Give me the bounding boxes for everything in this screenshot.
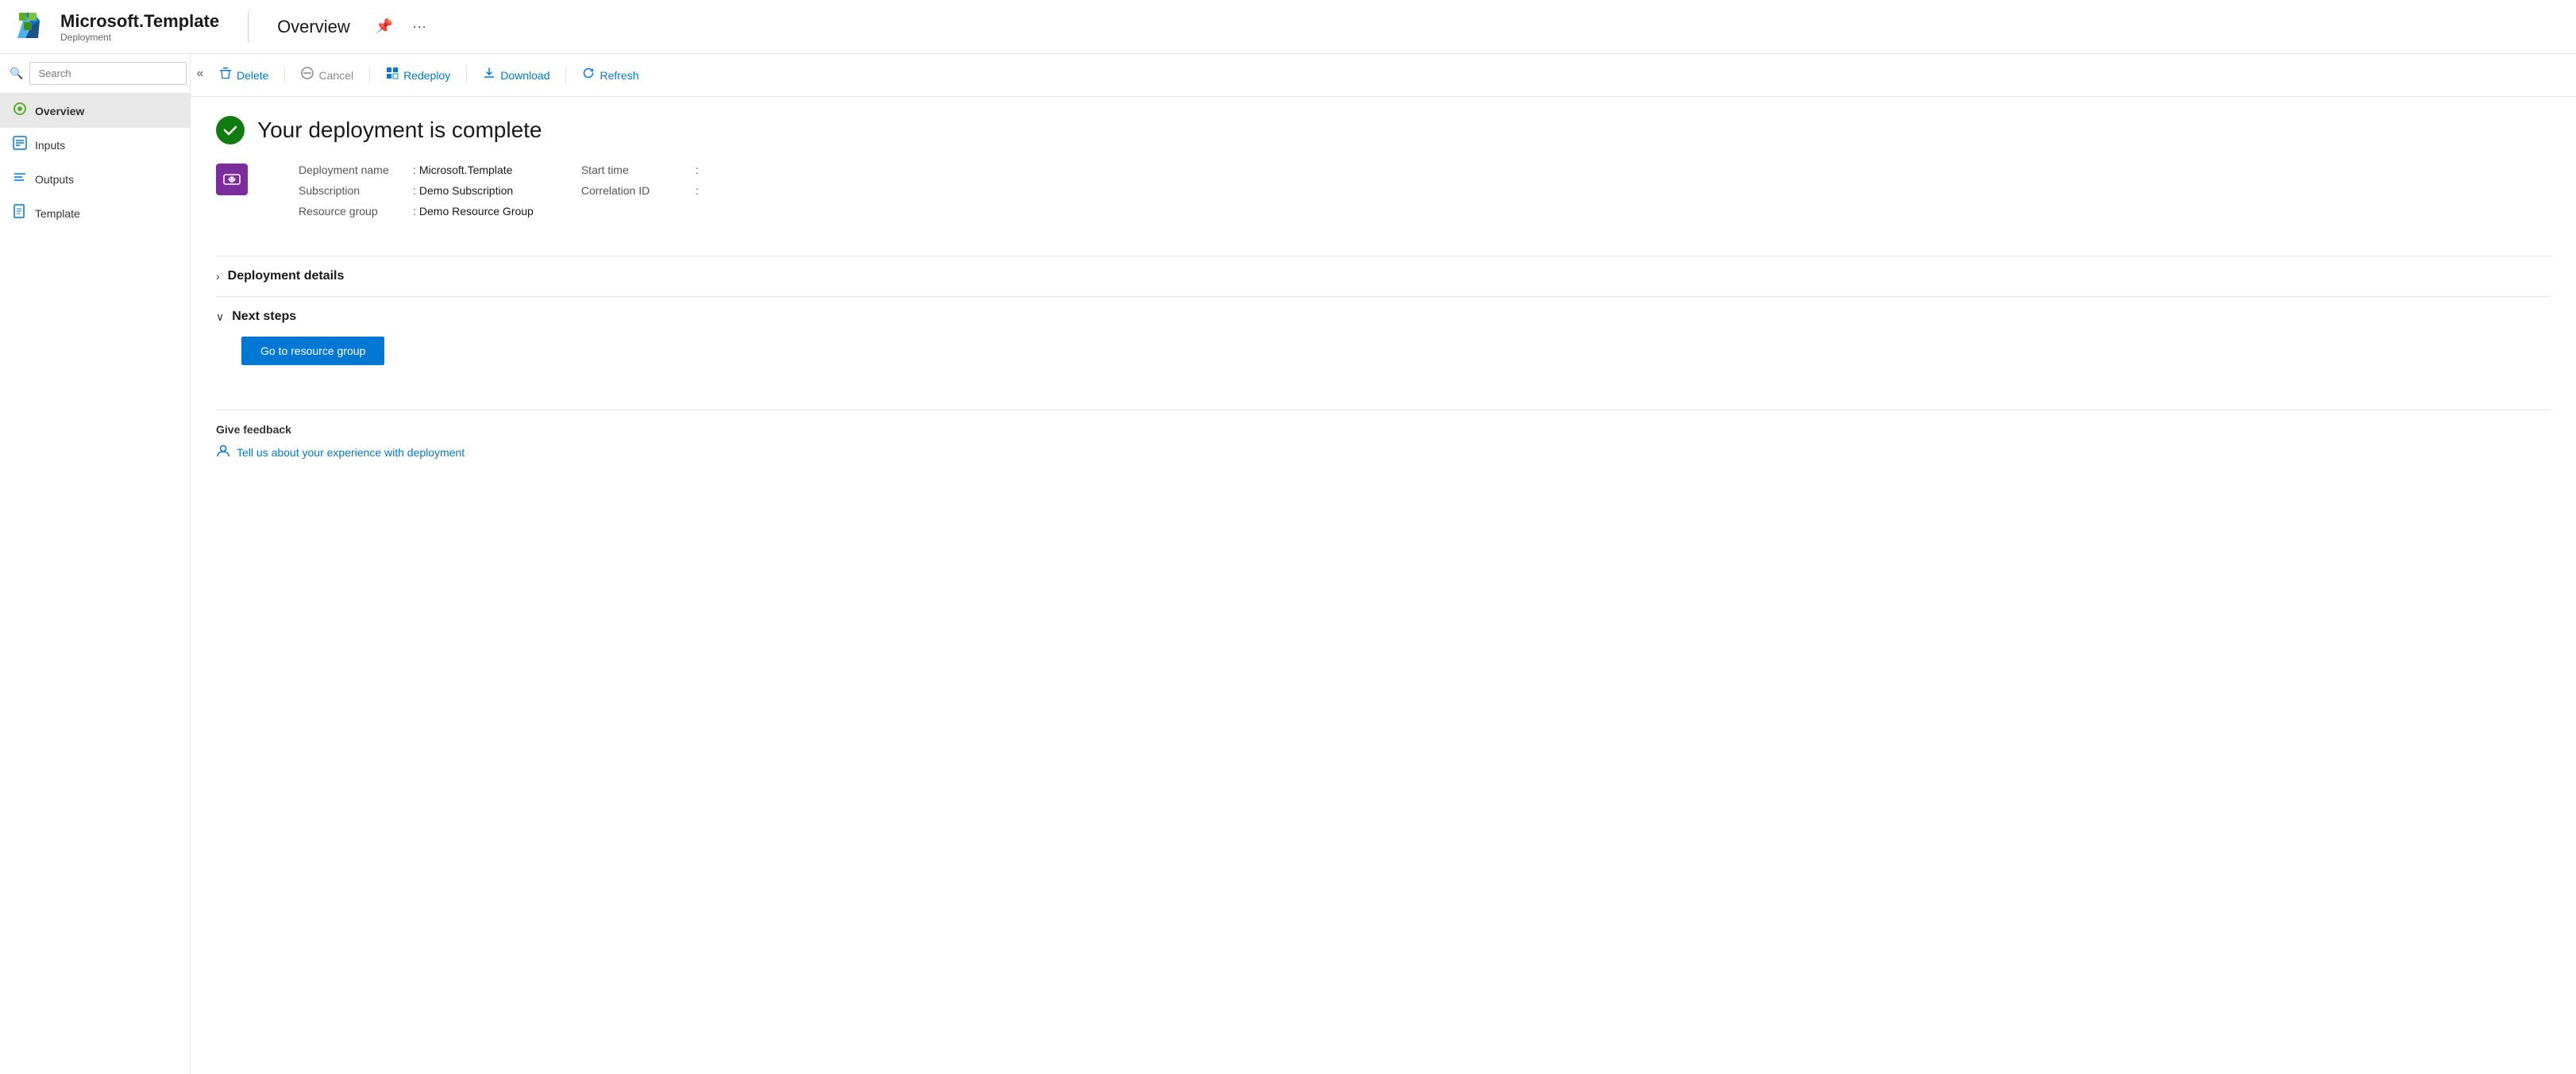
page-content: Your deployment is complete Deployment n…	[191, 97, 2576, 1074]
refresh-label: Refresh	[600, 69, 638, 82]
feedback-link-text: Tell us about your experience with deplo…	[237, 446, 465, 459]
toolbar: Delete Cancel Redeploy Dow	[191, 54, 2576, 97]
feedback-section: Give feedback Tell us about your experie…	[216, 410, 2551, 460]
deployment-name-value: Microsoft.Template	[419, 164, 512, 176]
template-label: Template	[35, 207, 80, 220]
deployment-service-icon	[216, 164, 248, 195]
subscription-label: Subscription	[299, 184, 410, 197]
toolbar-sep-4	[565, 67, 566, 83]
deployment-name-label: Deployment name	[299, 164, 410, 176]
next-steps-chevron: ∨	[216, 310, 224, 324]
overview-label: Overview	[35, 105, 84, 117]
go-to-resource-group-button[interactable]: Go to resource group	[241, 337, 384, 365]
feedback-title: Give feedback	[216, 423, 2551, 436]
deployment-complete-banner: Your deployment is complete	[216, 116, 2551, 144]
redeploy-button[interactable]: Redeploy	[376, 62, 460, 88]
deployment-details-header[interactable]: › Deployment details	[216, 269, 2551, 283]
sidebar-item-template[interactable]: Template	[0, 196, 190, 230]
template-icon	[13, 204, 27, 222]
download-icon	[483, 67, 496, 83]
outputs-icon	[13, 170, 27, 188]
inputs-label: Inputs	[35, 139, 65, 152]
sidebar: 🔍 « Overview Inputs Outputs	[0, 54, 191, 1074]
header-divider	[248, 11, 249, 43]
toolbar-sep-1	[284, 67, 285, 83]
overview-icon	[13, 102, 27, 120]
toolbar-sep-2	[369, 67, 370, 83]
redeploy-icon	[386, 67, 399, 83]
page-title: Overview	[277, 17, 350, 37]
resource-group-label: Resource group	[299, 205, 410, 217]
info-start-time: Start time :	[581, 164, 702, 176]
download-button[interactable]: Download	[473, 62, 559, 88]
info-correlation-id: Correlation ID :	[581, 184, 702, 197]
sidebar-item-overview[interactable]: Overview	[0, 94, 190, 128]
delete-label: Delete	[237, 69, 268, 82]
deployment-details-section: › Deployment details	[216, 256, 2551, 296]
toolbar-sep-3	[466, 67, 467, 83]
search-bar: 🔍 «	[0, 54, 190, 94]
sidebar-nav: Overview Inputs Outputs Template	[0, 94, 190, 230]
next-steps-section: ∨ Next steps Go to resource group	[216, 296, 2551, 391]
deployment-complete-icon	[216, 116, 245, 144]
correlation-id-label: Correlation ID	[581, 184, 692, 197]
info-subscription: Subscription : Demo Subscription	[299, 184, 534, 197]
cancel-label: Cancel	[318, 69, 353, 82]
deployment-info: Deployment name : Microsoft.Template Sub…	[299, 164, 702, 217]
cancel-icon	[301, 67, 314, 83]
info-col-right: Start time : Correlation ID :	[581, 164, 702, 217]
search-icon: 🔍	[10, 67, 23, 80]
deployment-complete-title: Your deployment is complete	[257, 117, 542, 143]
info-col-left: Deployment name : Microsoft.Template Sub…	[299, 164, 534, 217]
sidebar-item-inputs[interactable]: Inputs	[0, 128, 190, 162]
info-deployment-name: Deployment name : Microsoft.Template	[299, 164, 534, 176]
delete-icon	[219, 67, 232, 83]
cancel-button[interactable]: Cancel	[291, 62, 363, 88]
header-title-block: Microsoft.Template Deployment	[60, 11, 219, 43]
app-name: Microsoft.Template	[60, 11, 219, 32]
redeploy-label: Redeploy	[403, 69, 450, 82]
azure-logo	[16, 10, 48, 44]
feedback-user-icon	[216, 444, 230, 460]
resource-group-value: Demo Resource Group	[419, 205, 534, 217]
download-label: Download	[500, 69, 550, 82]
next-steps-header[interactable]: ∨ Next steps	[216, 310, 2551, 324]
feedback-link[interactable]: Tell us about your experience with deplo…	[216, 444, 2551, 460]
delete-button[interactable]: Delete	[210, 62, 278, 88]
header-actions: 📌 ···	[372, 15, 430, 38]
deployment-info-row: Deployment name : Microsoft.Template Sub…	[216, 164, 2551, 240]
app-subtitle: Deployment	[60, 32, 219, 43]
start-time-label: Start time	[581, 164, 692, 176]
refresh-button[interactable]: Refresh	[573, 62, 648, 88]
subscription-value: Demo Subscription	[419, 184, 513, 197]
deployment-details-chevron: ›	[216, 270, 220, 283]
next-steps-title: Next steps	[232, 310, 296, 324]
refresh-icon	[582, 67, 595, 83]
next-steps-content: Go to resource group	[216, 324, 2551, 378]
sidebar-item-outputs[interactable]: Outputs	[0, 162, 190, 196]
main-layout: 🔍 « Overview Inputs Outputs	[0, 54, 2576, 1074]
info-resource-group: Resource group : Demo Resource Group	[299, 205, 534, 217]
more-button[interactable]: ···	[409, 15, 430, 38]
pin-button[interactable]: 📌	[372, 15, 396, 38]
search-input[interactable]	[29, 62, 187, 85]
outputs-label: Outputs	[35, 173, 74, 186]
deployment-details-title: Deployment details	[228, 269, 345, 283]
header: Microsoft.Template Deployment Overview 📌…	[0, 0, 2576, 54]
inputs-icon	[13, 136, 27, 154]
